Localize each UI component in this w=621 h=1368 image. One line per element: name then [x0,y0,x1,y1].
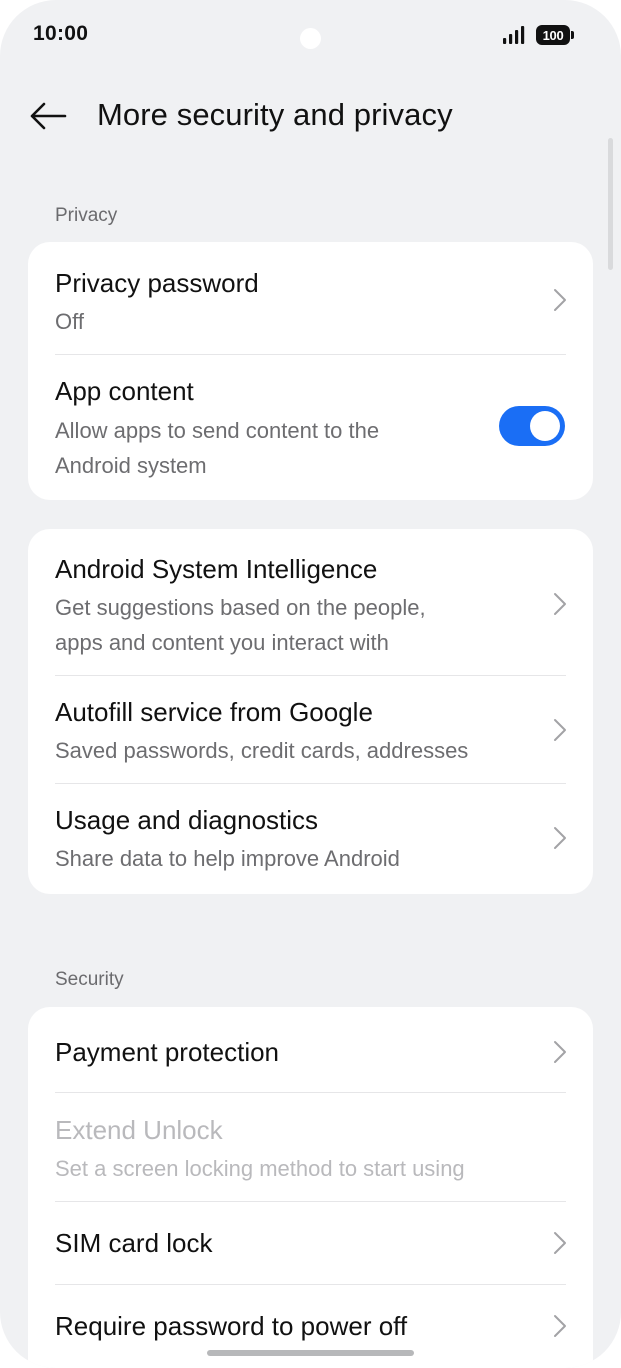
status-time: 10:00 [33,22,89,45]
phone-screen: 10:00 100 More security and privacy Priv… [0,0,621,1368]
scrollbar[interactable] [608,138,613,270]
usage-diagnostics-row[interactable]: Usage and diagnostics Share data to help… [28,784,593,894]
privacy-password-title: Privacy password [55,268,259,298]
usage-title: Usage and diagnostics [55,805,319,835]
battery-icon: 100 [536,25,574,45]
front-camera [300,28,321,49]
asi-subtitle-line2: apps and content you interact with [55,630,389,655]
android-services-card: Android System Intelligence Get suggesti… [28,529,593,894]
chevron-right-icon [554,289,566,311]
signal-icon [503,26,525,44]
payment-protection-row[interactable]: Payment protection [28,1007,593,1092]
chevron-right-icon [554,1041,566,1063]
autofill-subtitle: Saved passwords, credit cards, addresses [55,738,469,763]
chevron-right-icon [554,1232,566,1254]
page-title: More security and privacy [97,97,453,132]
asi-title: Android System Intelligence [55,554,378,584]
home-indicator[interactable] [207,1350,414,1356]
app-content-subtitle-line1: Allow apps to send content to the [55,418,380,443]
chevron-right-icon [554,593,566,615]
app-content-title: App content [55,376,194,406]
section-label-security: Security [55,969,124,990]
security-card: Payment protection Extend Unlock Set a s… [28,1007,593,1368]
privacy-card: Privacy password Off App content Allow a… [28,242,593,500]
app-header: More security and privacy [0,80,621,152]
chevron-right-icon [554,1315,566,1337]
sim-card-lock-row[interactable]: SIM card lock [28,1202,593,1284]
status-bar: 10:00 100 [0,0,621,70]
extend-unlock-title: Extend Unlock [55,1115,223,1145]
arrow-back-icon [30,102,67,130]
privacy-password-row[interactable]: Privacy password Off [28,242,593,354]
chevron-right-icon [554,827,566,849]
sim-lock-title: SIM card lock [55,1228,213,1258]
autofill-title: Autofill service from Google [55,697,373,727]
toggle-knob [530,411,560,441]
privacy-password-status: Off [55,309,84,334]
app-content-subtitle-line2: Android system [55,453,207,478]
app-content-toggle[interactable] [499,406,565,446]
android-system-intelligence-row[interactable]: Android System Intelligence Get suggesti… [28,529,593,675]
asi-subtitle-line1: Get suggestions based on the people, [55,595,426,620]
power-off-title: Require password to power off [55,1311,408,1341]
extend-unlock-subtitle: Set a screen locking method to start usi… [55,1156,465,1181]
usage-subtitle: Share data to help improve Android [55,846,400,871]
autofill-service-row[interactable]: Autofill service from Google Saved passw… [28,676,593,783]
extend-unlock-row: Extend Unlock Set a screen locking metho… [28,1093,593,1201]
back-button[interactable] [20,92,76,140]
section-label-privacy: Privacy [55,205,118,226]
app-content-row[interactable]: App content Allow apps to send content t… [28,355,593,500]
chevron-right-icon [554,719,566,741]
payment-title: Payment protection [55,1037,280,1067]
battery-level: 100 [536,25,570,45]
